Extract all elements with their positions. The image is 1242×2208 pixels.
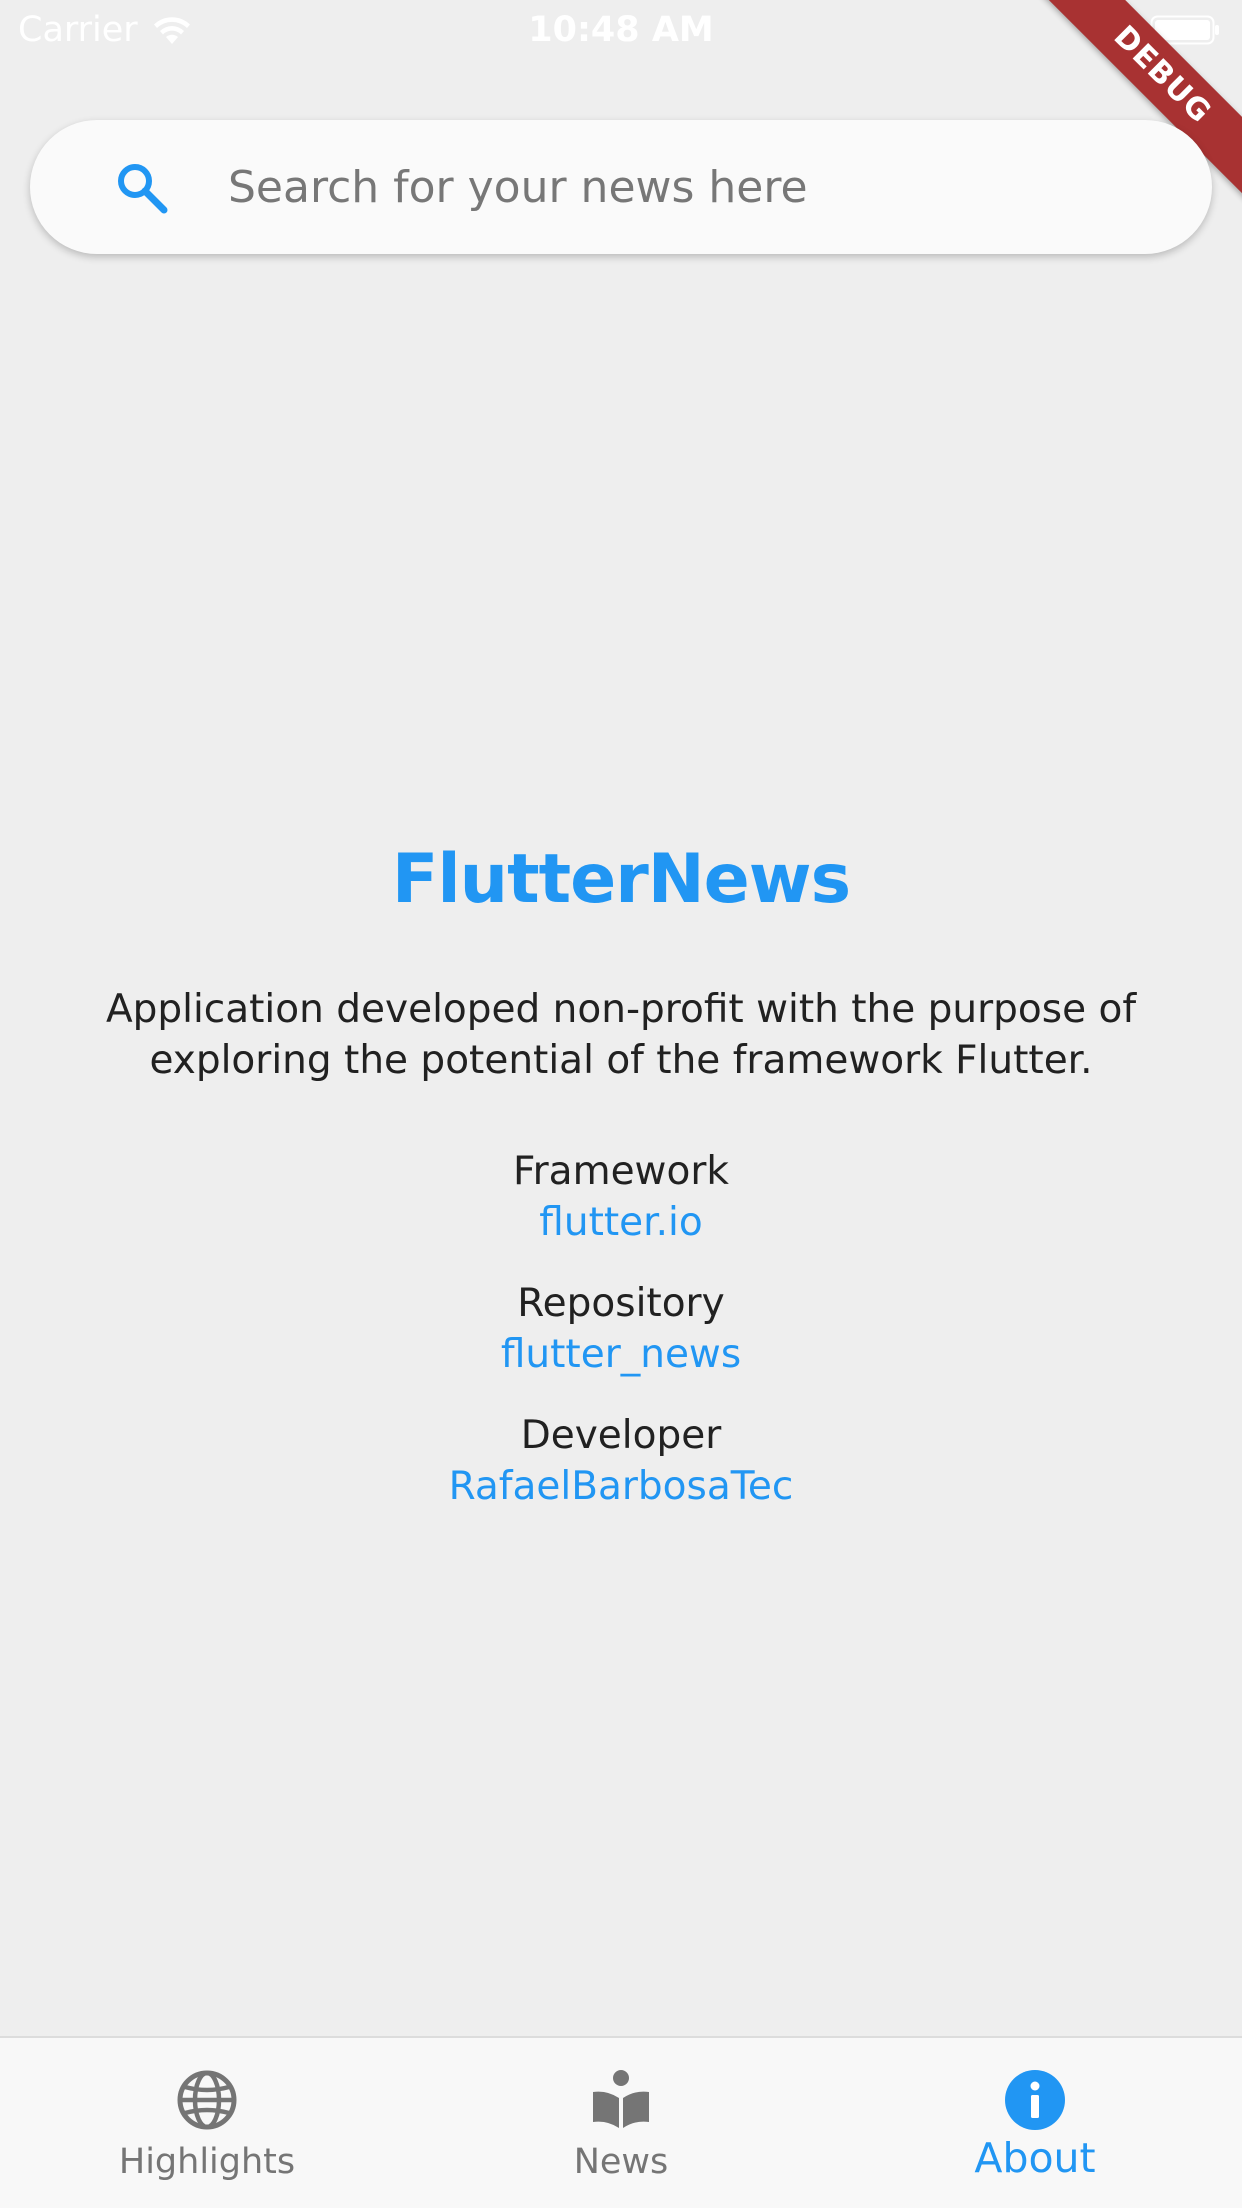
search-icon bbox=[118, 164, 168, 214]
framework-label: Framework bbox=[513, 1149, 729, 1194]
nav-item-news[interactable]: News bbox=[414, 2038, 828, 2208]
framework-info: Framework flutter.io bbox=[0, 1146, 1242, 1248]
repository-info: Repository flutter_news bbox=[0, 1278, 1242, 1380]
about-screen: Carrier 10:48 AM DEBUG FlutterNews Appli… bbox=[0, 0, 1242, 2208]
framework-link[interactable]: flutter.io bbox=[539, 1197, 702, 1248]
info-icon bbox=[1005, 2070, 1065, 2130]
about-section: FlutterNews Application developed non-pr… bbox=[0, 830, 1242, 1512]
nav-label-about: About bbox=[974, 2134, 1096, 2182]
developer-link[interactable]: RafaelBarbosaTec bbox=[449, 1461, 794, 1512]
bottom-navigation: Highlights News About bbox=[0, 2036, 1242, 2208]
status-time: 10:48 AM bbox=[528, 10, 714, 50]
book-reader-icon bbox=[593, 2070, 649, 2128]
globe-icon bbox=[177, 2070, 237, 2130]
status-bar: Carrier 10:48 AM bbox=[0, 0, 1242, 60]
developer-label: Developer bbox=[520, 1413, 722, 1458]
nav-item-highlights[interactable]: Highlights bbox=[0, 2038, 414, 2208]
app-description: Application developed non-profit with th… bbox=[105, 987, 1137, 1083]
nav-item-about[interactable]: About bbox=[828, 2038, 1242, 2208]
search-input[interactable] bbox=[198, 142, 1178, 232]
repository-label: Repository bbox=[517, 1281, 725, 1326]
search-bar[interactable] bbox=[30, 120, 1212, 254]
nav-label-news: News bbox=[573, 2142, 669, 2182]
nav-label-highlights: Highlights bbox=[118, 2142, 296, 2182]
repository-link[interactable]: flutter_news bbox=[501, 1329, 741, 1380]
developer-info: Developer RafaelBarbosaTec bbox=[0, 1410, 1242, 1512]
app-title: FlutterNews bbox=[391, 840, 851, 919]
